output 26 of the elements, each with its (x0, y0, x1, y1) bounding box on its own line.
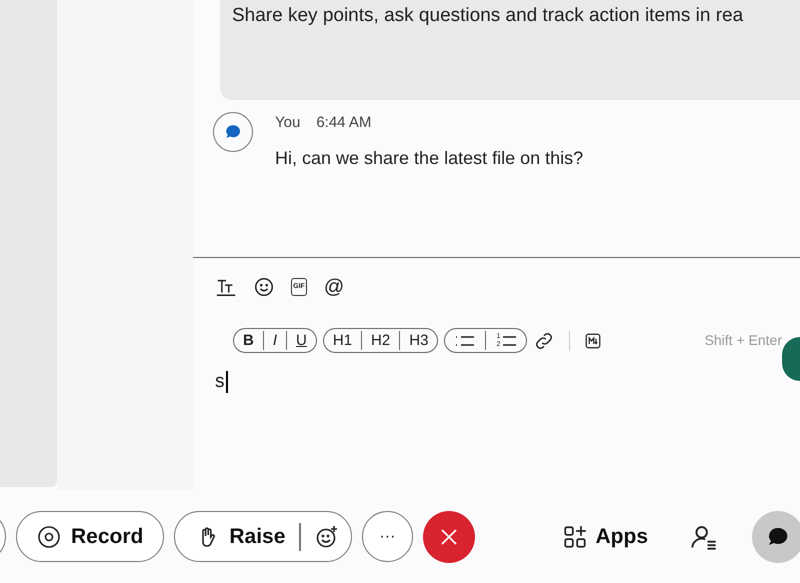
format-button[interactable]: U (286, 331, 316, 350)
close-icon (438, 526, 459, 546)
shortcut-hint: Shift + Enter (704, 331, 782, 350)
format-button[interactable]: H3 (399, 331, 438, 350)
record-button[interactable]: Record (16, 511, 164, 562)
floating-widget[interactable] (780, 335, 800, 383)
record-icon (37, 524, 61, 548)
format-button[interactable]: H1 (324, 331, 362, 350)
format-button[interactable]: H2 (361, 331, 400, 350)
apps-icon (562, 524, 588, 550)
format-button[interactable]: B (234, 331, 263, 350)
reaction-icon (314, 524, 339, 548)
format-button[interactable]: I (262, 331, 286, 350)
mention-button[interactable]: @ (323, 276, 345, 298)
chat-icon (224, 123, 242, 141)
banner-text: Share key points, ask questions and track action items in rea (232, 5, 744, 26)
apps-button[interactable]: Apps (556, 520, 654, 554)
markdown-icon[interactable] (584, 332, 602, 350)
message-text: Hi, can we share the latest file on this? (275, 146, 584, 170)
chat-button[interactable] (752, 510, 800, 562)
more-button[interactable]: ··· (362, 511, 413, 562)
sender-name: You (275, 114, 300, 131)
message-time: 6:44 AM (316, 114, 372, 131)
raise-hand-button[interactable]: Raise (174, 511, 352, 562)
emoji-icon[interactable] (253, 276, 275, 298)
message-input[interactable]: s (215, 371, 228, 393)
